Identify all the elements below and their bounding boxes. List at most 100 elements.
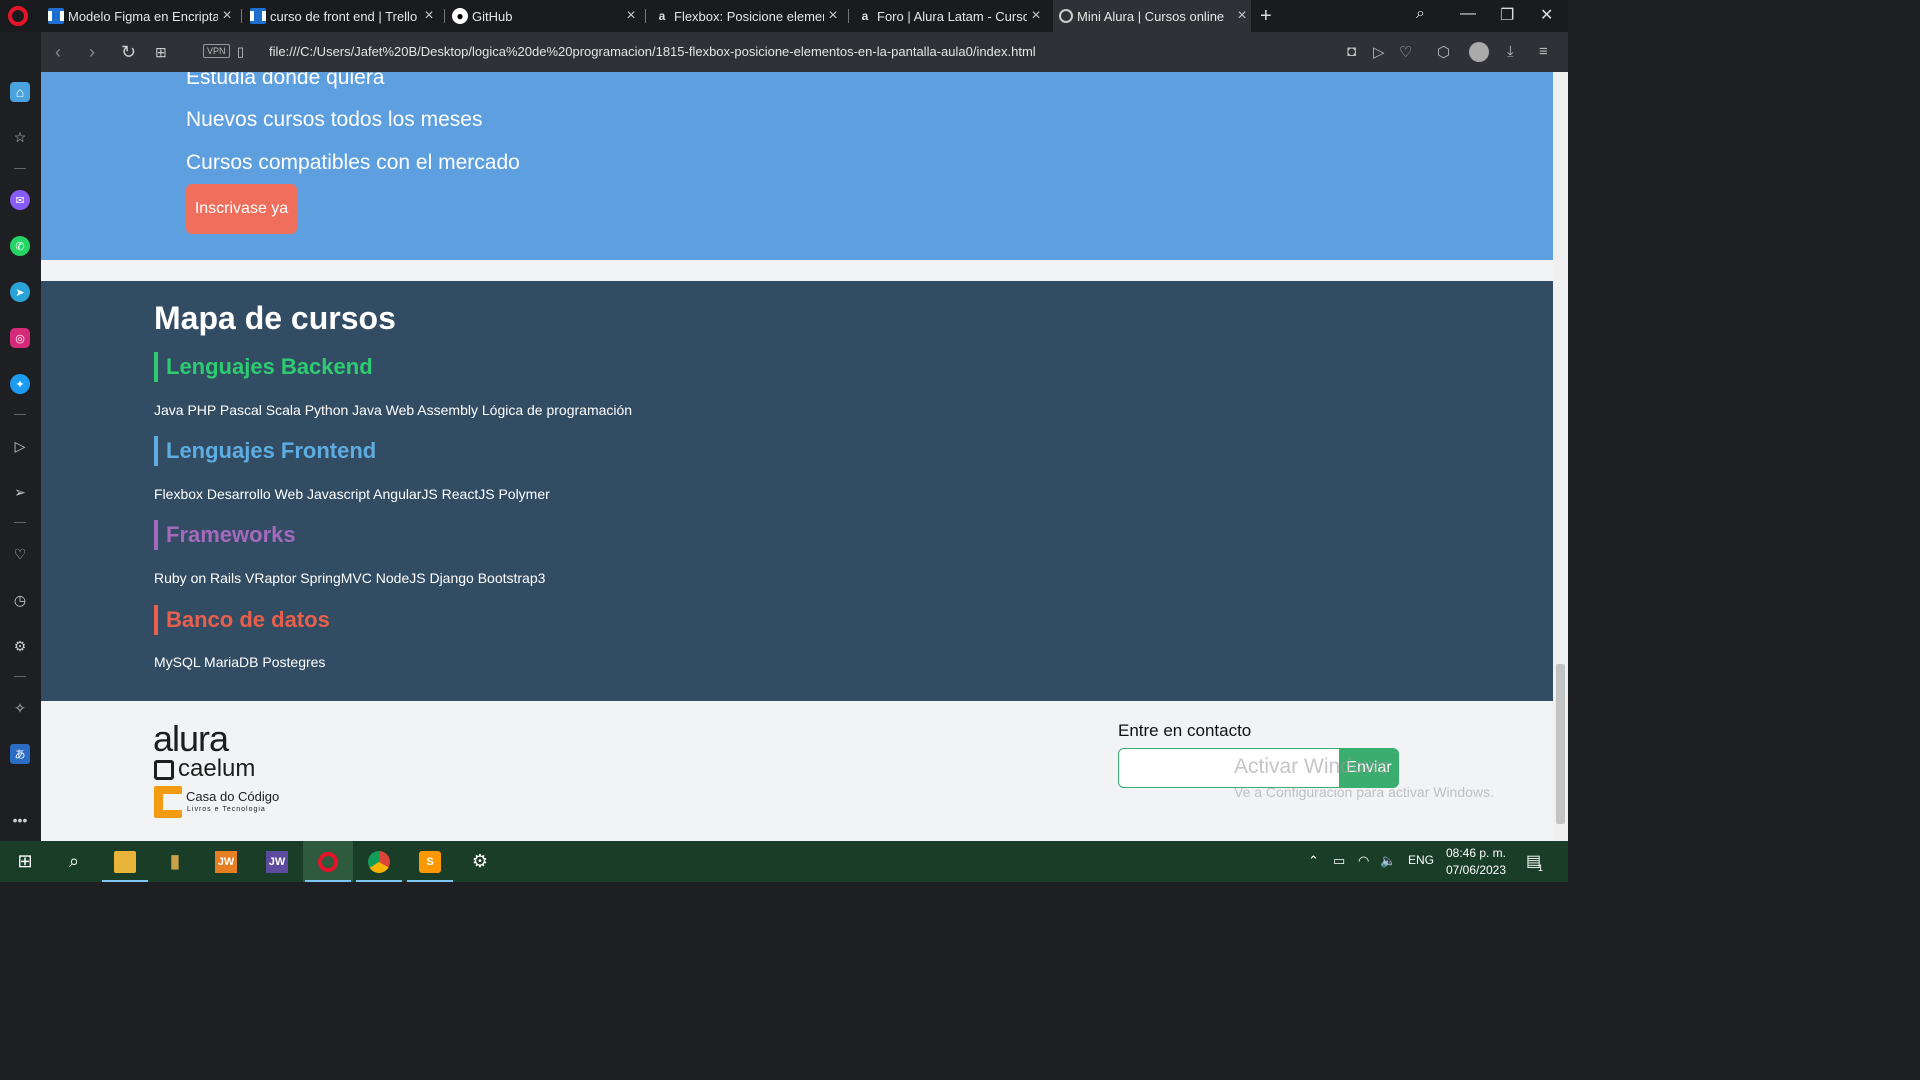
bookmarks-heart-icon[interactable]: ♡ [10,544,30,564]
more-icon[interactable]: ••• [10,810,30,830]
profile-avatar-icon[interactable] [1469,42,1489,62]
category-databases-courses: MySQL MariaDB Postegres [154,654,326,670]
close-tab-icon[interactable]: × [824,7,842,25]
twitter-icon[interactable]: ✦ [10,374,30,394]
settings-gear-icon[interactable]: ⚙ [10,636,30,656]
forward-icon[interactable]: › [89,42,95,63]
minimize-icon[interactable]: — [1460,5,1476,23]
close-tab-icon[interactable]: × [1233,7,1251,25]
tab-trello[interactable]: curso de front end | Trello × [250,0,438,32]
enroll-button[interactable]: Inscrivase ya [186,184,297,234]
course-map-title: Mapa de cursos [154,300,396,336]
hero-item: Nuevos cursos todos los meses [186,108,483,131]
history-icon[interactable]: ◷ [10,590,30,610]
windows-activation-watermark: Activar Windows [1234,755,1390,778]
taskbar-clock[interactable]: 08:46 p. m. 07/06/2023 [1436,845,1516,879]
translate-icon[interactable]: あ [10,744,30,764]
page-viewport: Estudia donde quiera Nuevos cursos todos… [41,72,1553,841]
close-tab-icon[interactable]: × [622,7,640,25]
tab-separator [444,9,445,23]
windows-start-icon[interactable]: ⊞ [0,841,50,882]
category-backend-title: Lenguajes Backend [154,352,373,382]
volume-icon[interactable]: 🔈 [1380,853,1396,869]
heart-icon[interactable]: ♡ [1399,43,1412,61]
jw-library-icon[interactable]: JW [201,841,251,882]
github-icon: ● [452,8,468,24]
snapshot-icon[interactable]: ◘ [1347,43,1356,60]
close-tab-icon[interactable]: × [218,7,236,25]
close-tab-icon[interactable]: × [420,7,438,25]
hero-section: Estudia donde quiera Nuevos cursos todos… [41,72,1553,260]
casa-do-codigo-logo-icon [154,786,183,818]
chrome-icon[interactable] [354,841,404,882]
close-window-icon[interactable]: ✕ [1540,5,1553,25]
vpn-badge[interactable]: VPN [203,44,230,58]
logo-alura-text: alura [153,718,229,759]
back-icon[interactable]: ‹ [55,42,61,63]
alura-icon: a [861,9,869,23]
contact-label: Entre en contacto [1118,721,1252,740]
tab-flexbox[interactable]: a Flexbox: Posicione elementos × [654,0,842,32]
cube-icon[interactable]: ⬡ [1437,43,1450,61]
alura-caelum-casa-logo: alura caelum Casa do Código Livros e Tec… [153,721,283,821]
tips-bulb-icon[interactable]: ✧ [10,698,30,718]
language-indicator[interactable]: ENG [1408,853,1434,867]
tab-separator [241,9,242,23]
tray-chevron-icon[interactable]: ⌃ [1308,853,1319,869]
browser-toolbar: ‹ › ↻ ⊞ VPN ▯ file:///C:/Users/Jafet%20B… [41,32,1568,72]
wifi-icon[interactable]: ◠ [1358,853,1369,869]
trello-icon [250,8,266,24]
sidebar-divider [14,168,26,169]
file-explorer-icon[interactable] [100,841,150,882]
new-tab-icon[interactable]: + [1260,5,1272,28]
tab-separator [645,9,646,23]
file-icon: ▯ [237,44,245,59]
opera-logo-icon[interactable] [8,6,28,26]
speed-dial-star-icon[interactable]: ☆ [10,127,30,147]
course-map-section: Mapa de cursos Lenguajes Backend Java PH… [41,281,1553,701]
restore-icon[interactable]: ❐ [1500,5,1514,25]
jw-app-icon[interactable]: JW [252,841,302,882]
opera-taskbar-icon[interactable] [303,841,353,882]
messenger-icon[interactable]: ✉ [10,190,30,210]
app-book-icon[interactable]: ▮ [150,841,200,882]
home-icon[interactable]: ⌂ [10,82,30,102]
category-backend-courses: Java PHP Pascal Scala Python Java Web As… [154,402,633,418]
my-flow-icon[interactable]: ➢ [10,482,30,502]
tab-grid-icon[interactable]: ⊞ [155,44,167,61]
instagram-icon[interactable]: ◎ [10,328,30,348]
reload-icon[interactable]: ↻ [121,42,136,63]
category-frameworks-courses: Ruby on Rails VRaptor SpringMVC NodeJS D… [154,570,546,586]
search-icon[interactable]: ⌕ [49,841,99,882]
search-tabs-icon[interactable]: ⌕ [1416,5,1425,23]
download-icon[interactable]: ⤓ [1507,43,1514,60]
sidebar-divider [14,414,26,415]
sublime-text-icon[interactable]: S [405,841,455,882]
category-frontend-title: Lenguajes Frontend [154,436,376,466]
close-tab-icon[interactable]: × [1027,7,1045,25]
easy-setup-icon[interactable]: ≡ [1539,43,1548,60]
scrollbar-thumb[interactable] [1556,664,1565,824]
sidebar-divider [14,522,26,523]
player-icon[interactable]: ▷ [10,436,30,456]
whatsapp-icon[interactable]: ✆ [10,236,30,256]
opera-sidebar: ⌂ ☆ ✉ ✆ ➤ ◎ ✦ ▷ ➢ ♡ ◷ ⚙ ✧ あ ••• [0,32,41,841]
logo-casa-subtitle: Livros e Tecnologia [187,806,266,813]
telegram-icon[interactable]: ➤ [10,282,30,302]
clock-date: 07/06/2023 [1445,863,1507,877]
settings-icon[interactable]: ⚙ [455,841,505,882]
tab-github[interactable]: ● GitHub × [452,0,640,32]
logo-casa-text: Casa do Código [186,789,280,804]
tab-modelo-figma[interactable]: Modelo Figma en Encriptador × [48,0,236,32]
windows-activation-watermark-subtitle: Ve a Configuración para activar Windows. [1234,784,1494,800]
windows-taskbar: ⊞ ⌕ ▮ JW JW S ⚙ ⌃ ▭ ◠ 🔈 ENG 08:46 p. m. … [0,841,1568,882]
browser-tab-strip: Modelo Figma en Encriptador × curso de f… [0,0,1568,32]
tab-mini-alura[interactable]: Mini Alura | Cursos online × [1053,0,1251,32]
tab-foro-alura[interactable]: a Foro | Alura Latam - Cursos × [857,0,1045,32]
category-frontend-courses: Flexbox Desarrollo Web Javascript Angula… [154,486,550,502]
send-icon[interactable]: ▷ [1373,43,1385,61]
trello-icon [48,8,64,24]
battery-icon[interactable]: ▭ [1333,853,1345,869]
address-bar[interactable]: file:///C:/Users/Jafet%20B/Desktop/logic… [269,44,1036,59]
page-scrollbar[interactable] [1553,72,1568,841]
